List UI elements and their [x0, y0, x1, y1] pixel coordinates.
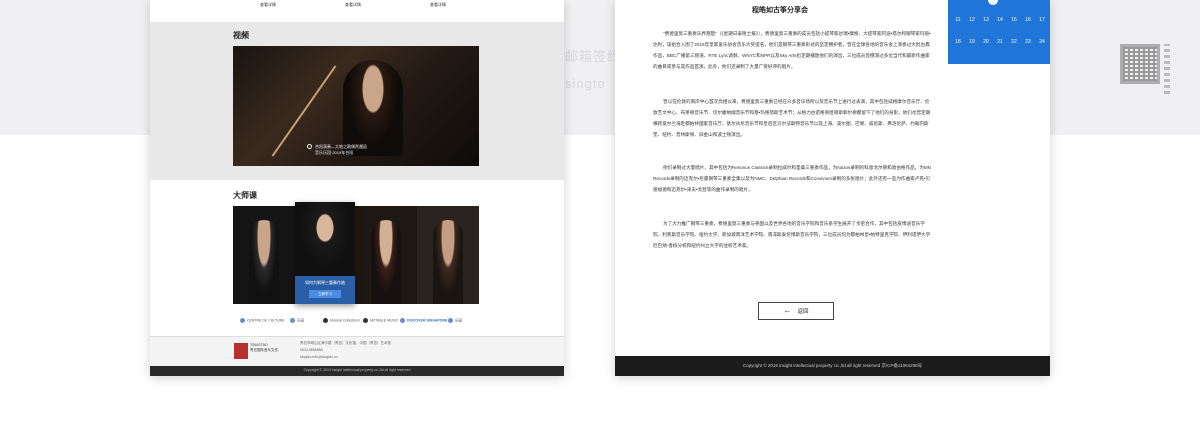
- calendar-day[interactable]: 17: [1037, 15, 1047, 25]
- partner-logo-1[interactable]: CENTRE DE CULTURE: [240, 318, 284, 323]
- footer-email[interactable]: singtao-info@singtao.cn: [300, 355, 338, 359]
- card-photo-active: [295, 202, 355, 276]
- partner-mark-icon: [400, 318, 405, 323]
- watermark-text-b: singto: [565, 76, 606, 91]
- article-paragraph-2: 曾以在伦敦的南岸中心首次亮相以来，费德里莫三重奏已经在众多音乐场所以及音乐节上进…: [653, 99, 931, 137]
- video-section-title: 视频: [233, 31, 249, 40]
- masterclass-card-3[interactable]: [355, 206, 417, 304]
- article-paragraph-3: 他们录制过大量唱片，其中包括为Resonus Classics录制拉威尔和圣桑三…: [653, 165, 931, 192]
- footer-phone: 0532-8888888: [300, 348, 323, 352]
- calendar-day[interactable]: 24: [1037, 37, 1047, 47]
- right-page-preview: 程皓如古筝分享会 "费德里莫三重奏乐界翘楚"（《星期日泰晤士报》），费德里莫三重…: [615, 0, 1050, 376]
- partner-logo-3[interactable]: Musical Collections: [323, 318, 360, 323]
- back-button-label: 返回: [797, 309, 809, 315]
- calendar-day[interactable]: 22: [1009, 37, 1019, 47]
- logo-sub: 青岛国际音乐文化: [250, 348, 278, 352]
- video-caption-line2: 音乐乐团·2019年合阳: [315, 150, 354, 155]
- article-paragraph-4: 为了大力推广钢琴三重奏，费德里莫三重奏与英国以及世界各地的音乐学院和音乐系学生展…: [653, 221, 931, 248]
- back-button[interactable]: ← 返回: [758, 302, 834, 320]
- masterclass-card-1[interactable]: [233, 206, 295, 304]
- left-footer-bar: Copyright © 2019 insight intellectual pr…: [150, 366, 564, 376]
- masterclass-cards: 如何为钢琴三重奏作曲 立即学习: [233, 202, 479, 304]
- footer-logo-text: TSINGTAO 青岛国际音乐文化: [250, 343, 278, 353]
- left-footer-copyright: Copyright © 2019 insight intellectual pr…: [303, 368, 411, 372]
- video-bow-shape: [271, 65, 337, 157]
- footer-info: TSINGTAO 青岛国际音乐文化 青岛市崂山区海尔路（青岛）文化馆，中国（青岛…: [150, 337, 564, 366]
- calendar-day[interactable]: 19: [967, 37, 977, 47]
- video-caption: 合阳演奏—大地之歌偶然邂逅 音乐乐团·2019年合阳: [315, 144, 367, 156]
- calendar-day[interactable]: 21: [995, 37, 1005, 47]
- article-title: 程皓如古筝分享会: [752, 7, 808, 14]
- partner-logo-4[interactable]: NOTABLE MUSIC: [363, 318, 398, 323]
- tsingtao-logo-icon: [234, 343, 248, 359]
- top-links-bar: 查看详情 查看详情 查看详情: [150, 0, 564, 22]
- top-link-3[interactable]: 查看详情: [430, 2, 446, 8]
- partner-mark-icon: [323, 318, 328, 323]
- card-photo-4: [433, 220, 463, 304]
- video-performer-shape: [343, 60, 403, 156]
- top-link-2[interactable]: 查看详情: [345, 2, 361, 8]
- masterclass-card-4[interactable]: [417, 206, 479, 304]
- calendar-day[interactable]: 14: [995, 15, 1005, 25]
- partner-mark-icon: [448, 318, 453, 323]
- calendar-day[interactable]: 13: [981, 15, 991, 25]
- calendar-day[interactable]: 12: [967, 15, 977, 25]
- calendar-day[interactable]: 20: [981, 37, 991, 47]
- calendar-day[interactable]: 15: [1009, 15, 1019, 25]
- article-paragraph-1: "费德里莫三重奏乐界翘楚"（《星期日泰晤士报》），费德里莫三重奏的成员包括小提琴…: [653, 31, 931, 69]
- active-card-title: 如何为钢琴三重奏作曲: [305, 280, 345, 285]
- calendar-day[interactable]: 18: [953, 37, 963, 47]
- featured-video[interactable]: 合阳演奏—大地之歌偶然邂逅 音乐乐团·2019年合阳: [233, 46, 479, 166]
- calendar-day[interactable]: 23: [1023, 37, 1033, 47]
- right-footer-bar: Copyright © 2019 insight intellectual pr…: [615, 356, 1050, 376]
- qr-code-icon: [1120, 44, 1160, 84]
- top-link-1[interactable]: 查看详情: [260, 2, 276, 8]
- calendar-selected-day[interactable]: [988, 0, 998, 5]
- partner-logo-5[interactable]: DISCOVER SINGAPORE: [400, 318, 447, 323]
- calendar-day[interactable]: 16: [1023, 15, 1033, 25]
- partner-logos: CENTRE DE CULTURE 乐园 Musical Collections…: [150, 314, 564, 332]
- qr-side-strip: [1164, 44, 1170, 94]
- footer-address: 青岛市崂山区海尔路（青岛）文化馆，中国（青岛）艺术馆: [300, 341, 391, 345]
- active-card-learn-button[interactable]: 立即学习: [309, 290, 341, 298]
- masterclass-card-active[interactable]: 如何为钢琴三重奏作曲 立即学习: [295, 202, 355, 304]
- masterclass-section-title: 大师课: [233, 191, 257, 200]
- play-icon[interactable]: [307, 144, 312, 149]
- card-photo-3: [371, 220, 401, 304]
- left-page-preview: 查看详情 查看详情 查看详情 视频 合阳演奏—大地之歌偶然邂逅 音乐乐团·201…: [150, 0, 564, 376]
- partner-logo-2[interactable]: 乐园: [290, 318, 304, 323]
- partner-mark-icon: [240, 318, 245, 323]
- arrow-left-icon: ←: [783, 306, 792, 315]
- partner-mark-icon: [290, 318, 295, 323]
- partner-mark-icon: [363, 318, 368, 323]
- event-calendar: 11 12 13 14 15 16 17 18 19 20 21 22 23 2…: [948, 0, 1050, 64]
- calendar-day[interactable]: 11: [953, 15, 963, 25]
- partner-logo-6[interactable]: 乐园: [448, 318, 462, 323]
- right-footer-copyright: Copyright © 2019 insight intellectual pr…: [742, 363, 923, 368]
- card-photo-1: [249, 220, 279, 304]
